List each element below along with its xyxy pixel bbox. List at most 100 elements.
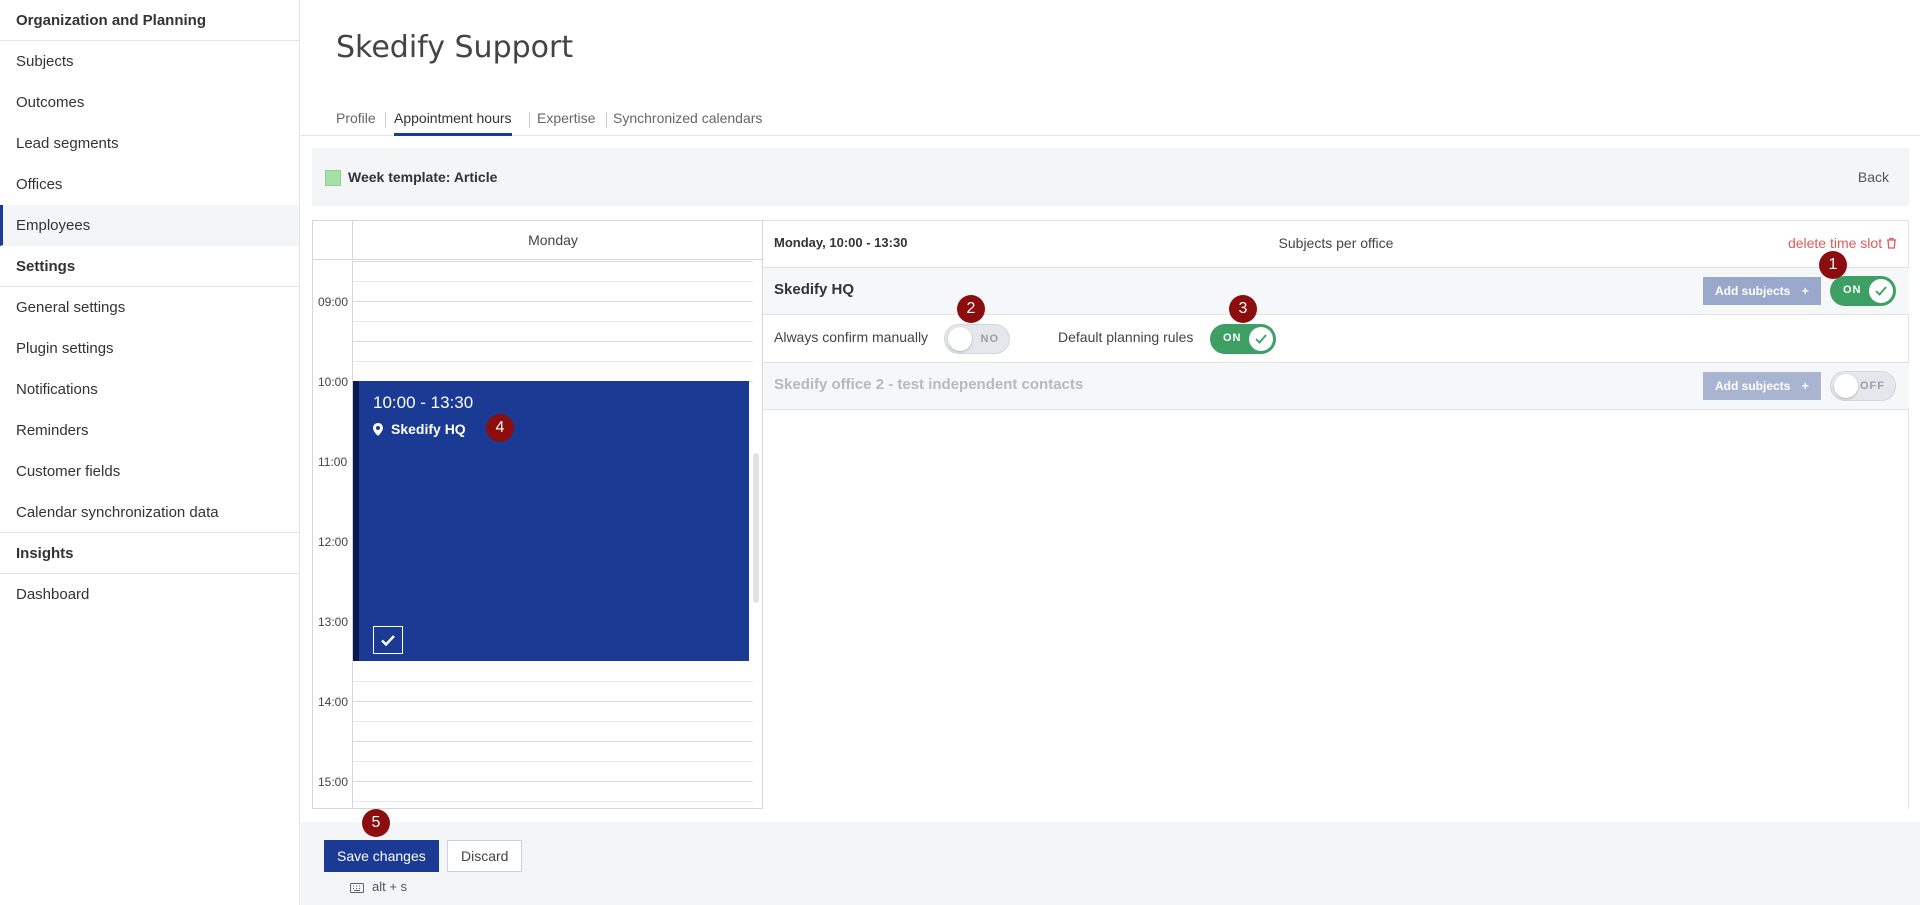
- week-template-label: Week template: Article: [348, 169, 498, 185]
- grid-line: [353, 361, 753, 362]
- office-hq-toggle[interactable]: ON: [1830, 276, 1896, 306]
- default-planning-rules-toggle[interactable]: ON: [1210, 324, 1276, 354]
- time-slot-event[interactable]: 10:00 - 13:30 Skedify HQ: [353, 381, 749, 661]
- checkmark-icon: [381, 634, 395, 646]
- sidebar-item-subjects[interactable]: Subjects: [0, 41, 299, 82]
- sidebar-item-employees[interactable]: Employees: [0, 205, 299, 246]
- sidebar-item-notifications[interactable]: Notifications: [0, 369, 299, 410]
- grid-line: [353, 701, 753, 702]
- toggle-state: ON: [1843, 284, 1862, 296]
- annotation-marker-1: 1: [1819, 251, 1847, 279]
- grid-line: [353, 321, 753, 322]
- hour-label: 11:00: [318, 455, 348, 469]
- annotation-marker-3: 3: [1229, 295, 1257, 323]
- toggle-knob: [1249, 327, 1273, 351]
- annotation-marker-2: 2: [957, 295, 985, 323]
- event-location: Skedify HQ: [373, 421, 466, 437]
- toggle-state: ON: [1223, 332, 1242, 344]
- sidebar-item-calendar-sync-data[interactable]: Calendar synchronization data: [0, 492, 299, 533]
- hour-label: 13:00: [318, 615, 349, 629]
- tab-bar: Profile Appointment hours Expertise Sync…: [301, 108, 1920, 136]
- grid-line: [353, 681, 753, 682]
- hour-label: 12:00: [318, 535, 349, 549]
- always-confirm-label: Always confirm manually: [774, 329, 929, 345]
- sidebar-item-customer-fields[interactable]: Customer fields: [0, 451, 299, 492]
- office-row-2: Skedify office 2 - test independent cont…: [763, 363, 1909, 410]
- delete-time-slot-link[interactable]: delete time slot: [1788, 235, 1897, 251]
- default-planning-rules-label: Default planning rules: [1058, 329, 1194, 345]
- add-subjects-button[interactable]: Add subjects +: [1703, 372, 1821, 400]
- toggle-state: NO: [980, 333, 999, 345]
- plus-icon: +: [1801, 379, 1809, 393]
- office-name: Skedify office 2 - test independent cont…: [774, 376, 1084, 393]
- grid-line: [353, 761, 753, 762]
- grid-line: [353, 281, 753, 282]
- grid-line: [353, 801, 753, 802]
- event-location-label: Skedify HQ: [391, 421, 466, 437]
- sidebar-section-settings: Settings: [0, 246, 299, 287]
- hour-label: 14:00: [318, 695, 349, 709]
- tab-appointment-hours[interactable]: Appointment hours: [394, 108, 512, 136]
- tab-divider: [606, 112, 607, 128]
- tab-divider: [529, 112, 530, 128]
- sidebar: Organization and Planning Subjects Outco…: [0, 0, 300, 905]
- sidebar-item-plugin-settings[interactable]: Plugin settings: [0, 328, 299, 369]
- week-template-color-swatch: [325, 170, 341, 186]
- hour-label: 09:00: [318, 295, 349, 309]
- event-time: 10:00 - 13:30: [373, 393, 474, 412]
- annotation-marker-5: 5: [362, 809, 390, 837]
- event-checkbox[interactable]: [373, 626, 403, 654]
- sidebar-item-general-settings[interactable]: General settings: [0, 287, 299, 328]
- tab-expertise[interactable]: Expertise: [537, 108, 595, 136]
- tab-profile[interactable]: Profile: [336, 108, 376, 136]
- sidebar-item-dashboard[interactable]: Dashboard: [0, 574, 299, 615]
- week-calendar: Monday 09:00 10:00 11:00 12:00 13:00 14:…: [312, 220, 763, 809]
- detail-header: Monday, 10:00 - 13:30 Subjects per offic…: [763, 221, 1909, 268]
- toggle-knob: [948, 327, 972, 351]
- location-pin-icon: [373, 423, 383, 436]
- toggle-knob: [1869, 279, 1893, 303]
- footer-actions: Save changes Discard alt + s: [301, 822, 1920, 905]
- office-options-row: Always confirm manually NO Default plann…: [763, 315, 1909, 363]
- sidebar-section-insights: Insights: [0, 533, 299, 574]
- shortcut-label: alt + s: [372, 879, 408, 894]
- add-subjects-button[interactable]: Add subjects +: [1703, 277, 1821, 305]
- calendar-corner: [313, 221, 353, 260]
- always-confirm-toggle[interactable]: NO: [944, 324, 1010, 354]
- page-title: Skedify Support: [336, 30, 574, 65]
- hour-label: 10:00: [318, 375, 349, 389]
- save-shortcut-hint: alt + s: [350, 879, 407, 894]
- sidebar-item-lead-segments[interactable]: Lead segments: [0, 123, 299, 164]
- delete-time-slot-label: delete time slot: [1787, 235, 1883, 251]
- discard-button[interactable]: Discard: [447, 840, 523, 872]
- calendar-scrollbar[interactable]: [753, 453, 759, 603]
- main-content: Skedify Support Profile Appointment hour…: [301, 0, 1920, 905]
- save-changes-button[interactable]: Save changes: [324, 840, 439, 872]
- tab-divider: [385, 112, 386, 128]
- checkmark-icon: [1875, 286, 1887, 296]
- subjects-per-office-label: Subjects per office: [1278, 235, 1394, 251]
- calendar-header: Monday: [313, 221, 762, 260]
- back-link[interactable]: Back: [1858, 169, 1889, 185]
- office-name: Skedify HQ: [774, 281, 855, 298]
- office-2-toggle[interactable]: OFF: [1830, 371, 1896, 401]
- add-subjects-label: Add subjects: [1715, 284, 1791, 298]
- toggle-state: OFF: [1860, 380, 1885, 392]
- sidebar-item-reminders[interactable]: Reminders: [0, 410, 299, 451]
- toggle-knob: [1834, 374, 1858, 398]
- calendar-day-label: Monday: [528, 232, 578, 248]
- grid-line: [353, 781, 753, 782]
- time-slot-detail: Monday, 10:00 - 13:30 Subjects per offic…: [763, 220, 1909, 809]
- grid-line: [353, 741, 753, 742]
- sidebar-section-organization: Organization and Planning: [0, 0, 299, 41]
- tab-synchronized-calendars[interactable]: Synchronized calendars: [613, 108, 762, 136]
- hour-label: 15:00: [318, 775, 349, 789]
- plus-icon: +: [1801, 284, 1809, 298]
- annotation-marker-4: 4: [486, 414, 514, 442]
- grid-line: [353, 721, 753, 722]
- grid-line: [353, 301, 753, 302]
- sidebar-item-offices[interactable]: Offices: [0, 164, 299, 205]
- sidebar-item-outcomes[interactable]: Outcomes: [0, 82, 299, 123]
- keyboard-icon: [350, 883, 364, 893]
- week-template-bar: Week template: Article Back: [312, 148, 1909, 206]
